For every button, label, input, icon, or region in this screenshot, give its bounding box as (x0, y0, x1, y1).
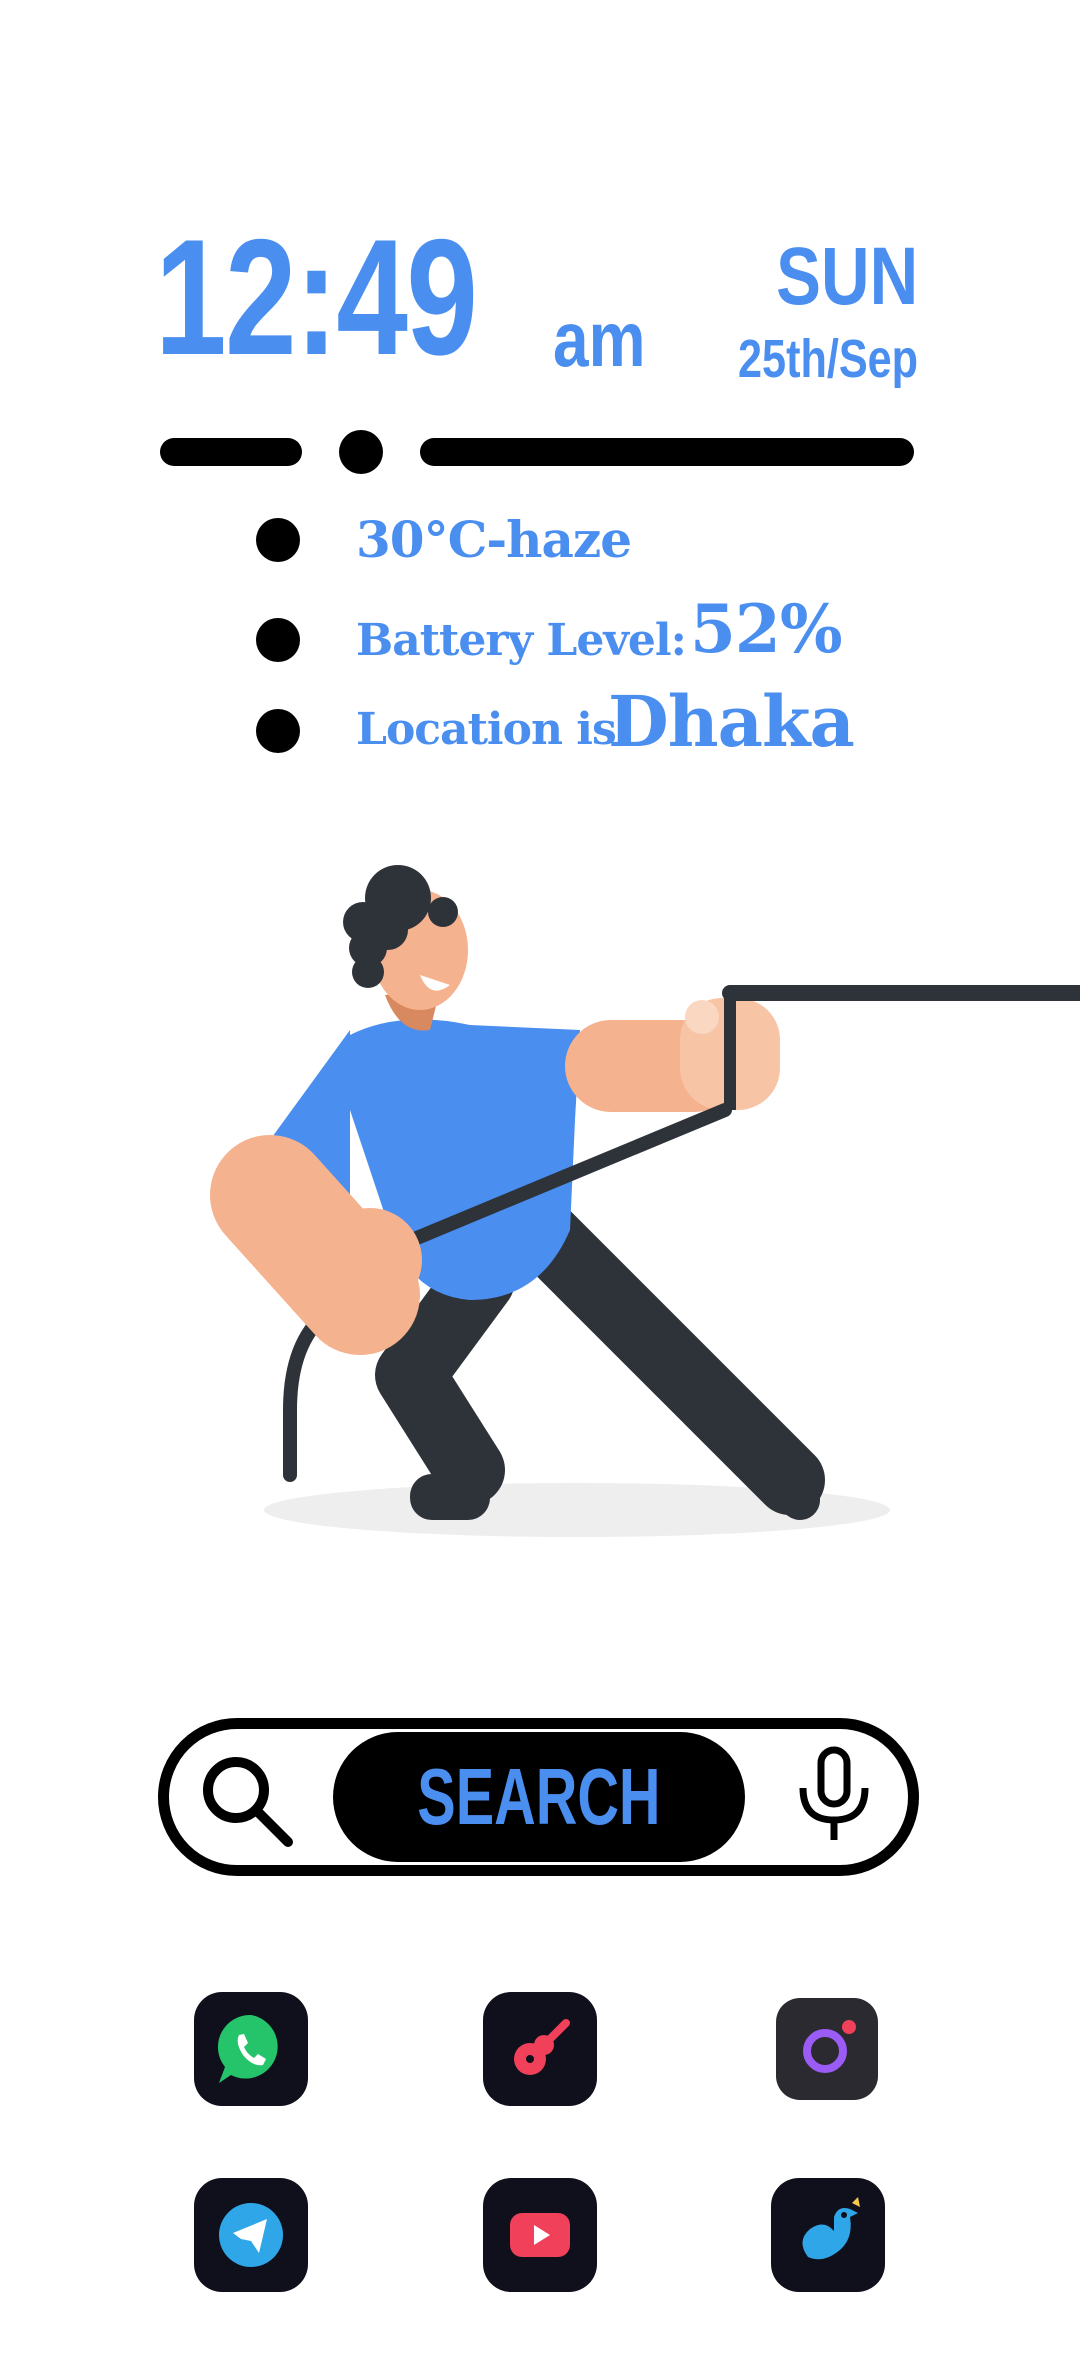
search-icon[interactable] (196, 1750, 296, 1850)
guitar-icon (514, 2019, 570, 2075)
app-whatsapp[interactable] (194, 1992, 308, 2106)
clock-ampm: am (553, 295, 646, 383)
tug-of-war-illustration (210, 865, 1080, 1537)
clock-time[interactable]: 12:49 (155, 215, 478, 380)
divider-dot (339, 430, 383, 474)
search-button-label: SEARCH (417, 1752, 661, 1841)
twitter-bird-icon (802, 2197, 860, 2260)
telegram-icon (219, 2203, 283, 2267)
microphone-icon[interactable] (797, 1746, 871, 1842)
location-value[interactable]: Dhaka (608, 684, 855, 760)
camera-icon (803, 2020, 856, 2073)
divider-left (160, 438, 302, 466)
youtube-icon (510, 2213, 570, 2257)
bullet-location (256, 709, 300, 753)
bullet-weather (256, 518, 300, 562)
date-label[interactable]: 25th/Sep (738, 332, 918, 386)
weather-text[interactable]: 30°C-haze (356, 510, 632, 570)
battery-label: Battery Level: (356, 615, 687, 666)
app-telegram[interactable] (194, 2178, 308, 2292)
divider-right (420, 438, 914, 466)
day-label: SUN (776, 231, 918, 322)
search-button[interactable]: SEARCH (333, 1732, 745, 1862)
bullet-battery (256, 618, 300, 662)
app-camera[interactable] (776, 1998, 878, 2100)
battery-value[interactable]: 52% (690, 594, 843, 664)
app-music[interactable] (483, 1992, 597, 2106)
whatsapp-icon (217, 2014, 278, 2083)
app-twitter[interactable] (771, 2178, 885, 2292)
app-youtube[interactable] (483, 2178, 597, 2292)
location-label: Location is (356, 704, 617, 755)
